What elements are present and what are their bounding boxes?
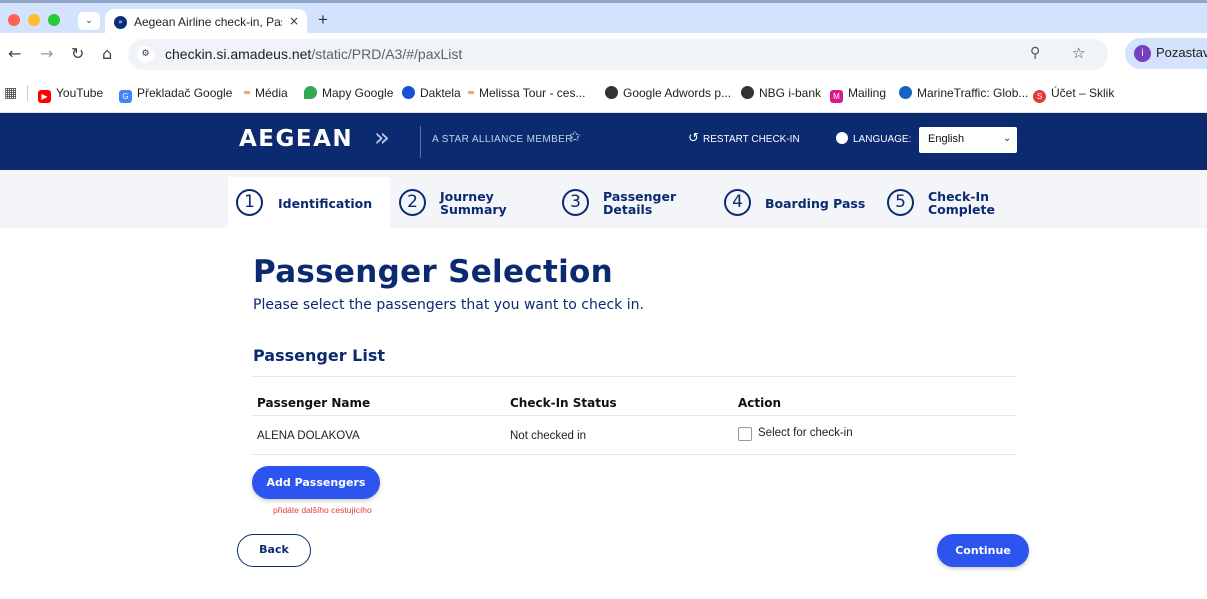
- close-window-button[interactable]: [8, 14, 20, 26]
- bookmark-media[interactable]: Média: [244, 86, 288, 100]
- select-for-checkin-label[interactable]: Select for check-in: [758, 427, 853, 439]
- step-number: 5: [887, 189, 914, 216]
- bookmark-youtube[interactable]: ▶ YouTube: [38, 86, 103, 103]
- youtube-icon: ▶: [38, 90, 51, 103]
- step-number: 3: [562, 189, 589, 216]
- marinetraffic-icon: [899, 86, 912, 99]
- bookmark-maps[interactable]: Mapy Google: [304, 86, 393, 100]
- site-settings-icon[interactable]: ⚙: [137, 46, 154, 63]
- site-header: AEGEAN » A STAR ALLIANCE MEMBER ✩ ↺ REST…: [0, 113, 1207, 170]
- address-bar[interactable]: ⚙ checkin.si.amadeus.net/static/PRD/A3/#…: [128, 39, 1108, 70]
- language-globe-icon: [836, 132, 848, 144]
- restart-check-in-link[interactable]: RESTART CHECK-IN: [703, 134, 800, 145]
- globe-icon: [605, 86, 618, 99]
- step-identification: Identification: [278, 196, 373, 211]
- profile-button[interactable]: i Pozastave: [1125, 38, 1207, 69]
- step-number: 2: [399, 189, 426, 216]
- bookmark-adwords[interactable]: Google Adwords p...: [605, 86, 731, 100]
- checkin-status: Not checked in: [510, 430, 587, 442]
- bookmark-translate[interactable]: G Překladač Google: [119, 86, 232, 103]
- folder-icon: [244, 91, 250, 94]
- passenger-list-heading: Passenger List: [253, 346, 385, 365]
- profile-label: Pozastave: [1156, 45, 1207, 60]
- column-header-name: Passenger Name: [257, 396, 371, 410]
- table-header-divider: [252, 415, 1015, 416]
- column-header-action: Action: [738, 396, 782, 410]
- avatar: i: [1134, 45, 1151, 62]
- select-for-checkin-checkbox[interactable]: [738, 427, 752, 441]
- aegean-logo-mark-icon: »: [374, 123, 390, 153]
- page-subtitle: Please select the passengers that you wa…: [253, 297, 644, 313]
- alliance-label: A STAR ALLIANCE MEMBER: [432, 134, 573, 145]
- apps-grid-icon[interactable]: ▦: [4, 85, 17, 101]
- step-number: 1: [236, 189, 263, 216]
- continue-button[interactable]: Continue: [937, 534, 1029, 567]
- folder-icon: [468, 91, 474, 94]
- globe-icon: [741, 86, 754, 99]
- back-button[interactable]: Back: [237, 534, 311, 567]
- bookmark-sklik[interactable]: S Účet – Sklik: [1033, 86, 1114, 103]
- handwritten-annotation: přidáte dalšího cestujícího: [273, 505, 372, 515]
- browser-toolbar: ← → ↻ ⌂ ⚙ checkin.si.amadeus.net/static/…: [0, 33, 1207, 75]
- language-value: English: [928, 133, 965, 145]
- step-number: 4: [724, 189, 751, 216]
- map-pin-icon: [304, 86, 317, 99]
- mailing-icon: M: [830, 90, 843, 103]
- bookmark-daktela[interactable]: Daktela: [402, 86, 461, 100]
- language-label: LANGUAGE:: [853, 134, 912, 145]
- checkin-steps: 1 Identification 2 Journey Summary 3 Pas…: [0, 170, 1207, 228]
- tab-search-icon[interactable]: ⌄: [78, 12, 100, 30]
- home-icon[interactable]: ⌂: [102, 44, 112, 63]
- tab-title: Aegean Airline check-in, Pass: [134, 15, 282, 29]
- browser-tab-strip: ⌄ » Aegean Airline check-in, Pass × +: [0, 0, 1207, 36]
- star-alliance-icon: ✩: [569, 129, 581, 145]
- header-divider: [420, 126, 421, 158]
- table-bottom-divider: [252, 454, 1015, 455]
- bookmark-melissa[interactable]: Melissa Tour - ces...: [468, 86, 585, 100]
- minimize-window-button[interactable]: [28, 14, 40, 26]
- new-tab-button[interactable]: +: [318, 10, 328, 30]
- forward-icon[interactable]: →: [40, 44, 53, 63]
- url-text: checkin.si.amadeus.net/static/PRD/A3/#/p…: [165, 46, 463, 62]
- aegean-favicon-icon: »: [114, 16, 127, 29]
- bookmarks-bar: ▦ ▶ YouTube G Překladač Google Média Mapy …: [0, 75, 1207, 113]
- column-header-status: Check-In Status: [510, 396, 617, 410]
- step-passenger-line2: Details: [603, 202, 653, 217]
- zoom-icon[interactable]: ⚲: [1030, 45, 1040, 61]
- bookmarks-divider: [27, 85, 28, 101]
- bookmark-marinetraffic[interactable]: MarineTraffic: Glob...: [899, 86, 1028, 100]
- daktela-icon: [402, 86, 415, 99]
- step-journey-line2: Summary: [440, 202, 507, 217]
- sklik-icon: S: [1033, 90, 1046, 103]
- aegean-logo[interactable]: AEGEAN: [239, 126, 353, 152]
- step-complete-line2: Complete: [928, 202, 995, 217]
- chevron-down-icon: ⌄: [1003, 133, 1012, 144]
- passenger-name: ALENA DOLAKOVA: [257, 430, 360, 442]
- bookmark-mailing[interactable]: M Mailing: [830, 86, 886, 103]
- restart-icon[interactable]: ↺: [688, 131, 699, 146]
- close-tab-icon[interactable]: ×: [289, 14, 299, 28]
- step-boarding-pass: Boarding Pass: [765, 196, 866, 211]
- add-passengers-button[interactable]: Add Passengers: [252, 466, 380, 499]
- page-title: Passenger Selection: [253, 254, 613, 290]
- maximize-window-button[interactable]: [48, 14, 60, 26]
- table-top-divider: [252, 376, 1015, 377]
- bookmark-star-icon[interactable]: ☆: [1072, 44, 1085, 62]
- back-icon[interactable]: ←: [8, 44, 21, 63]
- browser-tab[interactable]: » Aegean Airline check-in, Pass ×: [105, 9, 307, 36]
- language-select[interactable]: English ⌄: [919, 127, 1017, 153]
- reload-icon[interactable]: ↻: [71, 44, 84, 63]
- translate-icon: G: [119, 90, 132, 103]
- bookmark-nbg[interactable]: NBG i-bank: [741, 86, 821, 100]
